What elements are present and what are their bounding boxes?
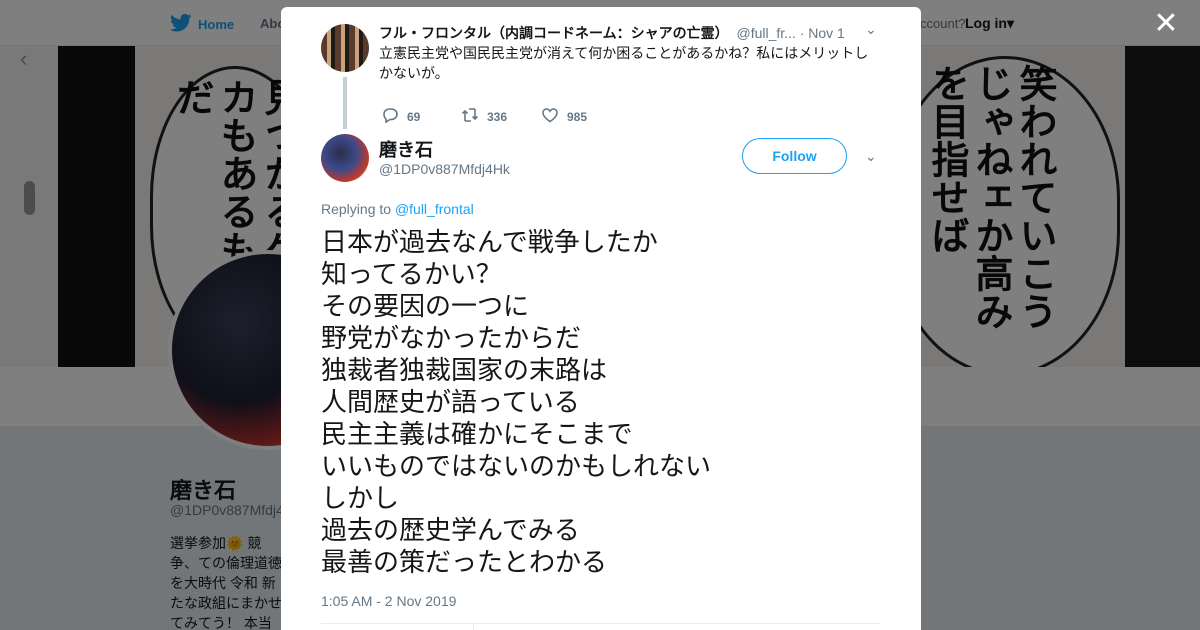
tweet-timestamp[interactable]: 1:05 AM - 2 Nov 2019 <box>321 593 456 609</box>
parent-avatar[interactable] <box>321 24 369 72</box>
parent-author-handle[interactable]: @full_fr... <box>736 25 795 41</box>
reply-count: 69 <box>407 109 421 124</box>
parent-tweet-actions: 69 336 985 <box>381 107 621 126</box>
retweet-button[interactable]: 336 <box>461 107 541 126</box>
heart-icon <box>541 107 559 126</box>
replying-to: Replying to @full_frontal <box>321 201 474 217</box>
tweet-line: 知ってるかい？ <box>321 259 502 289</box>
tweet-line: 独裁者独裁国家の末路は <box>321 355 608 385</box>
reply-icon <box>381 107 399 126</box>
chevron-down-icon[interactable]: ⌄ <box>865 21 877 38</box>
replying-handle-link[interactable]: @full_frontal <box>395 201 474 217</box>
retweet-icon <box>461 107 479 126</box>
tweet-line: 野党がなかったからだ <box>321 323 582 353</box>
tweet-line: 民主主義は確かにそこまで <box>321 419 633 449</box>
like-count: 985 <box>567 109 588 124</box>
thread-line <box>343 77 347 129</box>
tweet-author: 磨き石 @1DP0v887Mfdj4Hk Follow ⌄ <box>321 134 881 190</box>
tweet-line: いいものではないのかもしれない <box>321 451 712 481</box>
tweet-line: 日本が過去なんで戦争したか <box>321 227 658 257</box>
chevron-down-icon[interactable]: ⌄ <box>865 148 877 165</box>
tweet-modal: フル・フロンタル（内調コードネーム：シャアの亡霊） @full_fr... · … <box>281 7 921 630</box>
close-icon[interactable]: ✕ <box>1152 9 1180 39</box>
like-button[interactable]: 985 <box>541 107 621 126</box>
parent-tweet-date[interactable]: · Nov 1 <box>800 25 845 41</box>
tweet-line: 人間歴史が語っている <box>321 387 580 417</box>
tweet-line: 過去の歴史学んでみる <box>321 515 580 545</box>
divider <box>321 623 881 624</box>
follow-button[interactable]: Follow <box>742 138 847 174</box>
tweet-line: その要因の一つに <box>321 291 530 321</box>
author-name[interactable]: 磨き石 <box>379 136 433 162</box>
parent-author-name[interactable]: フル・フロンタル（内調コードネーム：シャアの亡霊） <box>379 25 729 41</box>
divider-vertical <box>473 624 474 630</box>
tweet-line: しかし <box>321 483 400 513</box>
reply-button[interactable]: 69 <box>381 107 461 126</box>
tweet-text: 日本が過去なんで戦争したか 知ってるかい？ その要因の一つに 野党がなかったから… <box>321 226 881 578</box>
parent-tweet-text: 立憲民主党や国民民主党が消えて何か困ることがあるかね？私にはメリットしかないが。 <box>379 45 869 81</box>
retweet-count: 336 <box>487 109 508 124</box>
author-avatar[interactable] <box>321 134 369 182</box>
replying-prefix: Replying to <box>321 201 392 217</box>
tweet-line: 最善の策だったとわかる <box>321 547 608 577</box>
parent-tweet-header: フル・フロンタル（内調コードネーム：シャアの亡霊） @full_fr... · … <box>379 23 879 43</box>
author-handle[interactable]: @1DP0v887Mfdj4Hk <box>379 161 510 177</box>
